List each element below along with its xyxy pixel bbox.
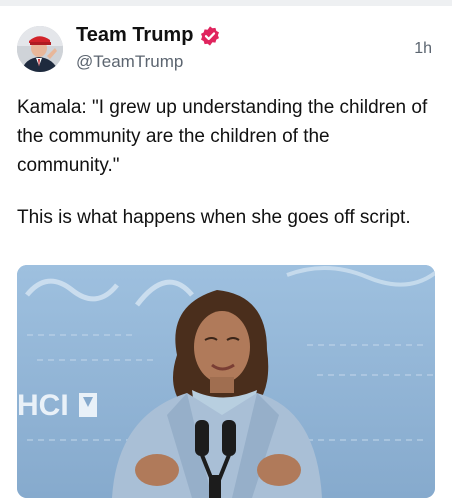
post-text-paragraph: Kamala: "I grew up understanding the chi… [17, 97, 428, 176]
social-post[interactable]: Team Trump @TeamTrump 1h Kamala: "I grew… [0, 0, 452, 500]
author-name-row[interactable]: Team Trump [76, 24, 221, 47]
verified-badge-icon [199, 25, 221, 47]
avatar-image [17, 26, 63, 72]
author-handle[interactable]: @TeamTrump [76, 52, 183, 72]
post-text-paragraph: This is what happens when she goes off s… [17, 207, 411, 228]
avatar[interactable] [17, 26, 63, 72]
post-timestamp[interactable]: 1h [414, 40, 432, 58]
video-thumbnail[interactable]: HCI [17, 265, 435, 498]
video-frame-image: HCI [17, 265, 435, 498]
post-body: Kamala: "I grew up understanding the chi… [17, 93, 437, 232]
backdrop-text: HCI [17, 389, 69, 422]
author-display-name[interactable]: Team Trump [76, 24, 193, 47]
